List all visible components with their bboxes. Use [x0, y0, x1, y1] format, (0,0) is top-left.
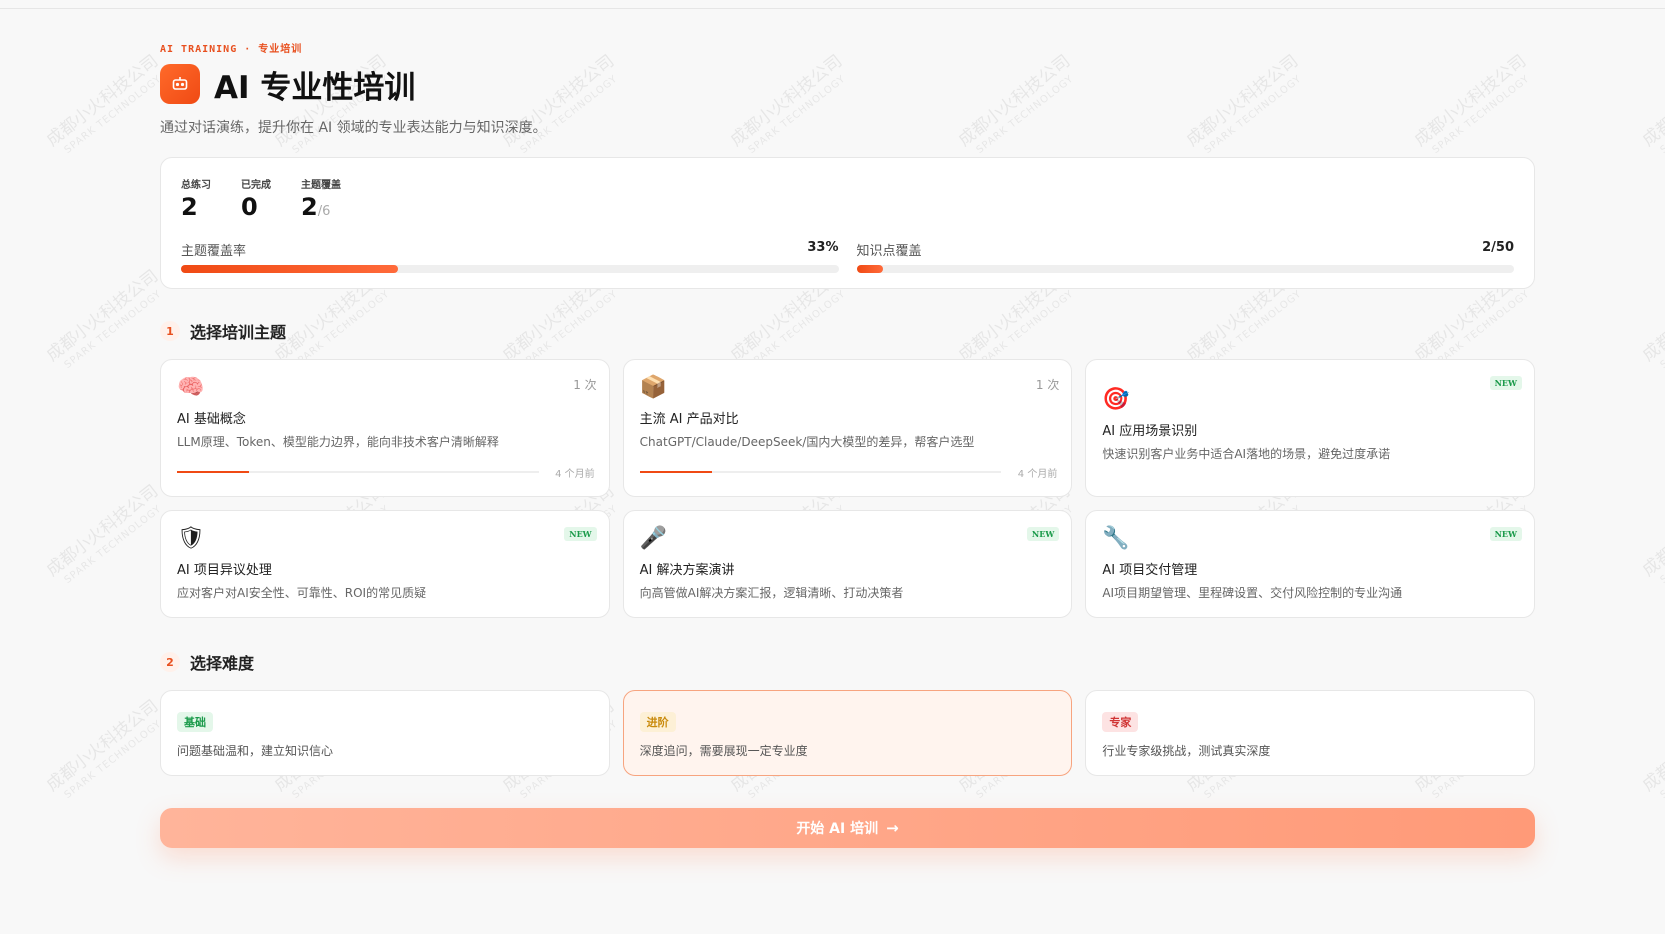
new-badge: NEW [1489, 527, 1522, 541]
page-subtitle: 通过对话演练，提升你在 AI 领域的专业表达能力与知识深度。 [160, 120, 547, 136]
topic-coverage-head: 主题覆盖率 33% [181, 240, 839, 259]
topic-progress-fill [177, 471, 250, 473]
topic-count: 1 次 [1035, 378, 1060, 392]
knowledge-coverage-label: 知识点覆盖 [856, 244, 922, 259]
knowledge-coverage-head: 知识点覆盖 2/50 [857, 240, 1515, 259]
step-badge-2: 2 [160, 652, 180, 672]
topic-count: 1 次 [573, 378, 597, 392]
brain-icon: 🧠 [177, 375, 205, 400]
watermark-text: 成都小火科技公司SPARK TECHNOLOGY [1638, 696, 1665, 801]
coverage-bars: 主题覆盖率 33% 知识点覆盖 2/50 [181, 240, 1514, 273]
difficulty-desc: 深度追问，需要展现一定专业度 [639, 744, 808, 758]
stat-topic-label: 主题覆盖 [301, 180, 341, 191]
topic-card-product-compare[interactable]: 📦 1 次 主流 AI 产品对比 ChatGPT/Claude/DeepSeek… [622, 359, 1073, 497]
watermark-text: 成都小火科技公司SPARK TECHNOLOGY [42, 481, 164, 586]
topic-last-time: 4 个月前 [555, 469, 595, 480]
stat-topic-value: 2/6 [301, 193, 341, 226]
difficulty-option-basic[interactable]: 基础 问题基础温和，建立知识信心 [160, 690, 610, 776]
start-training-button[interactable]: 开始 AI 培训 → [160, 808, 1535, 848]
title-row: AI 专业性培训 [160, 64, 1535, 106]
knowledge-coverage-track [856, 265, 1514, 273]
difficulty-desc: 行业专家级挑战，测试真实深度 [1102, 744, 1271, 758]
topic-desc: ChatGPT/Claude/DeepSeek/国内大模型的差异，帮客户选型 [639, 435, 975, 449]
eyebrow-label: AI TRAINING · 专业培训 [160, 44, 303, 55]
stats-card: 总练习 2 已完成 0 主题覆盖 2/6 主题覆盖率 33% 知识点覆盖 2/5… [160, 157, 1535, 289]
topics-section-head: 1 选择培训主题 [160, 319, 1535, 343]
wrench-icon: 🔧 [1102, 526, 1130, 551]
watermark-text: 成都小火科技公司SPARK TECHNOLOGY [1638, 481, 1665, 586]
stats-row: 总练习 2 已完成 0 主题覆盖 2/6 [181, 176, 1514, 226]
package-icon: 📦 [639, 375, 668, 400]
topic-coverage-pct: 33% [807, 240, 839, 255]
topic-desc: 应对客户对AI安全性、可靠性、ROI的常见质疑 [177, 586, 427, 600]
topic-card-ai-basics[interactable]: 🧠 1 次 AI 基础概念 LLM原理、Token、模型能力边界，能向非技术客户… [160, 359, 610, 497]
topic-desc: 快速识别客户业务中适合AI落地的场景，避免过度承诺 [1102, 447, 1391, 461]
difficulty-option-advanced[interactable]: 进阶 深度追问，需要展现一定专业度 [622, 690, 1073, 776]
topic-coverage-fill [181, 265, 398, 273]
difficulty-section-title: 选择难度 [190, 654, 255, 673]
stat-total-label: 总练习 [181, 180, 211, 191]
difficulty-desc: 问题基础温和，建立知识信心 [177, 744, 334, 758]
topic-name: AI 项目交付管理 [1102, 563, 1198, 578]
new-badge: NEW [1026, 527, 1060, 541]
watermark-text: 成都小火科技公司SPARK TECHNOLOGY [42, 51, 164, 156]
topic-grid: 🧠 1 次 AI 基础概念 LLM原理、Token、模型能力边界，能向非技术客户… [160, 359, 1535, 618]
knowledge-coverage-bar: 知识点覆盖 2/50 [856, 240, 1515, 273]
watermark-text: 成都小火科技公司SPARK TECHNOLOGY [1638, 51, 1665, 156]
stat-done-label: 已完成 [241, 180, 271, 191]
new-badge: NEW [1489, 376, 1522, 390]
start-training-label: 开始 AI 培训 [796, 821, 879, 837]
difficulty-tag: 基础 [177, 712, 213, 732]
topic-desc: 向高管做AI解决方案汇报，逻辑清晰、打动决策者 [639, 586, 904, 600]
topic-coverage-bar: 主题覆盖率 33% [181, 240, 839, 273]
difficulty-tag: 专家 [1102, 712, 1139, 732]
microphone-icon: 🎤 [639, 526, 668, 551]
new-badge: NEW [564, 527, 597, 541]
main-container: AI TRAINING · 专业培训 AI 专业性培训 通过对话演练，提升你在 … [160, 40, 1535, 848]
step-badge-1: 1 [160, 321, 180, 341]
stat-done: 已完成 0 [241, 176, 271, 226]
topic-coverage-label: 主题覆盖率 [181, 244, 247, 259]
topic-progress-track [639, 471, 1002, 473]
difficulty-section-head: 2 选择难度 [160, 650, 1535, 674]
page-title: AI 专业性培训 [214, 69, 416, 106]
difficulty-grid: 基础 问题基础温和，建立知识信心 进阶 深度追问，需要展现一定专业度 专家 行业… [160, 690, 1535, 776]
stat-total-value: 2 [181, 193, 198, 221]
top-divider [0, 8, 1665, 9]
target-icon: 🎯 [1102, 387, 1130, 412]
stat-total: 总练习 2 [181, 176, 211, 226]
knowledge-coverage-value: 2/50 [1482, 240, 1514, 255]
topic-card-objection[interactable]: 🛡 NEW AI 项目异议处理 应对客户对AI安全性、可靠性、ROI的常见质疑 [160, 510, 610, 618]
topic-name: AI 应用场景识别 [1102, 424, 1198, 439]
knowledge-coverage-fill [856, 265, 883, 273]
topic-name: AI 基础概念 [177, 412, 246, 427]
topic-name: 主流 AI 产品对比 [639, 412, 739, 427]
stat-done-value: 0 [241, 193, 258, 221]
topic-name: AI 解决方案演讲 [639, 563, 735, 578]
difficulty-tag: 进阶 [639, 712, 676, 732]
watermark-text: 成都小火科技公司SPARK TECHNOLOGY [1638, 266, 1665, 371]
stat-topic-count: 2 [301, 193, 318, 221]
arrow-right-icon: → [886, 819, 899, 837]
robot-icon [160, 64, 200, 104]
topics-section-title: 选择培训主题 [190, 323, 287, 342]
topic-card-scenario[interactable]: 🎯 NEW AI 应用场景识别 快速识别客户业务中适合AI落地的场景，避免过度承… [1085, 359, 1535, 497]
topic-last-time: 4 个月前 [1017, 469, 1058, 480]
topic-name: AI 项目异议处理 [177, 563, 272, 578]
stat-topic: 主题覆盖 2/6 [301, 176, 341, 226]
stat-topic-total: /6 [317, 204, 331, 219]
topic-progress-track [177, 471, 539, 473]
topic-desc: AI项目期望管理、里程碑设置、交付风险控制的专业沟通 [1102, 586, 1403, 600]
difficulty-option-expert[interactable]: 专家 行业专家级挑战，测试真实深度 [1085, 690, 1535, 776]
topic-desc: LLM原理、Token、模型能力边界，能向非技术客户清晰解释 [177, 435, 499, 449]
topic-coverage-track [181, 265, 839, 273]
topic-card-presentation[interactable]: 🎤 NEW AI 解决方案演讲 向高管做AI解决方案汇报，逻辑清晰、打动决策者 [622, 510, 1073, 618]
shield-icon: 🛡 [177, 526, 205, 551]
watermark-text: 成都小火科技公司SPARK TECHNOLOGY [42, 696, 164, 801]
watermark-text: 成都小火科技公司SPARK TECHNOLOGY [42, 266, 164, 371]
topic-card-delivery[interactable]: 🔧 NEW AI 项目交付管理 AI项目期望管理、里程碑设置、交付风险控制的专业… [1085, 510, 1535, 618]
topic-progress-fill [639, 471, 712, 473]
